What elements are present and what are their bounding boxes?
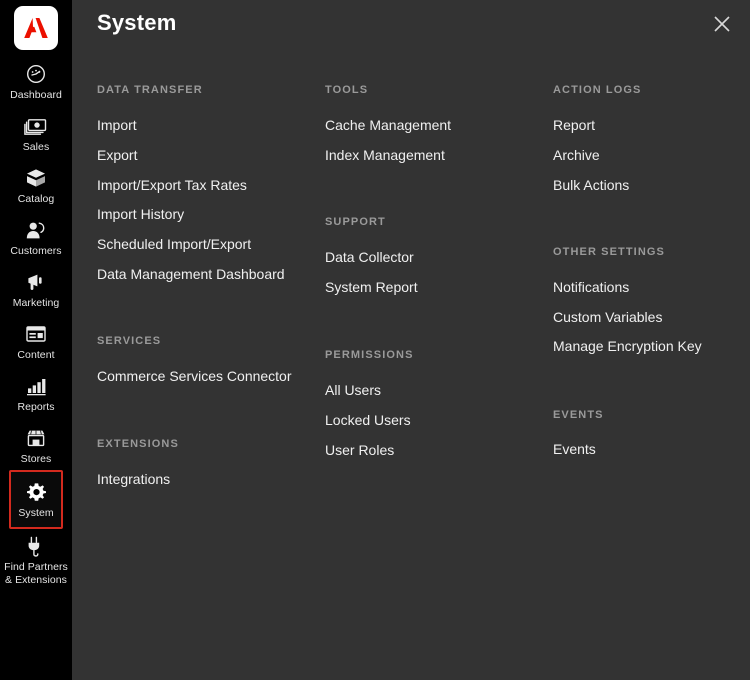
dashboard-gauge-icon	[25, 62, 47, 86]
sidebar-item-customers[interactable]: Customers	[0, 218, 72, 258]
section-title-other-settings: Other Settings	[553, 246, 665, 258]
section-title-permissions: Permissions	[325, 349, 414, 361]
section-title-action-logs: Action Logs	[553, 84, 642, 96]
sidebar-item-label: Stores	[2, 453, 70, 466]
sidebar-item-label: Sales	[2, 141, 70, 154]
money-stack-icon	[24, 114, 48, 138]
sidebar-item-label: Find Partners& Extensions	[2, 561, 70, 587]
sidebar-item-content[interactable]: Content	[0, 322, 72, 362]
sidebar-item-label: Customers	[2, 245, 70, 258]
menu-item-all-users[interactable]: All Users	[325, 375, 381, 405]
adobe-logo[interactable]	[14, 6, 58, 50]
sidebar-item-sales[interactable]: Sales	[0, 114, 72, 154]
section-title-support: Support	[325, 216, 386, 228]
menu-item-index-management[interactable]: Index Management	[325, 140, 445, 170]
menu-item-data-collector[interactable]: Data Collector	[325, 242, 414, 272]
menu-item-integrations[interactable]: Integrations	[97, 464, 170, 494]
menu-item-data-management-dashboard[interactable]: Data Management Dashboard	[97, 259, 285, 289]
adobe-logo-icon	[23, 16, 49, 40]
menu-item-locked-users[interactable]: Locked Users	[325, 405, 411, 435]
sidebar-item-reports[interactable]: Reports	[0, 374, 72, 414]
section-title-events: Events	[553, 409, 604, 421]
menu-item-bulk-actions[interactable]: Bulk Actions	[553, 170, 629, 200]
plug-icon	[25, 534, 47, 558]
main-sidebar: Dashboard Sales Catalog Customers Marketing C…	[0, 0, 72, 680]
sidebar-item-dashboard[interactable]: Dashboard	[0, 62, 72, 102]
sidebar-item-label: Dashboard	[2, 89, 70, 102]
sidebar-item-label: Catalog	[2, 193, 70, 206]
menu-item-system-report[interactable]: System Report	[325, 272, 418, 302]
gear-icon	[26, 480, 47, 504]
sidebar-item-marketing[interactable]: Marketing	[0, 270, 72, 310]
menu-item-custom-variables[interactable]: Custom Variables	[553, 302, 662, 332]
sidebar-item-label: System	[11, 507, 61, 520]
sidebar-item-system[interactable]: System	[9, 470, 63, 529]
box-package-icon	[25, 166, 47, 190]
sidebar-item-label: Marketing	[2, 297, 70, 310]
menu-item-manage-encryption-key[interactable]: Manage Encryption Key	[553, 331, 702, 361]
sidebar-item-label: Content	[2, 349, 70, 362]
section-title-services: Services	[97, 335, 161, 347]
menu-item-import-history[interactable]: Import History	[97, 199, 184, 229]
menu-item-events[interactable]: Events	[553, 434, 596, 464]
sidebar-item-label: Reports	[2, 401, 70, 414]
menu-item-user-roles[interactable]: User Roles	[325, 435, 394, 465]
menu-item-export[interactable]: Export	[97, 140, 137, 170]
menu-item-report[interactable]: Report	[553, 110, 595, 140]
system-menu-panel: Dashboard Sales Catalog Customers Marketing C…	[0, 0, 750, 680]
section-title-tools: Tools	[325, 84, 368, 96]
megaphone-icon	[25, 270, 47, 294]
window-layout-icon	[25, 322, 47, 346]
storefront-icon	[25, 426, 47, 450]
sidebar-item-catalog[interactable]: Catalog	[0, 166, 72, 206]
sidebar-item-find-partners-extensions[interactable]: Find Partners& Extensions	[0, 534, 72, 587]
page-title: System	[97, 10, 176, 36]
menu-item-cache-management[interactable]: Cache Management	[325, 110, 451, 140]
section-title-extensions: Extensions	[97, 438, 179, 450]
menu-item-scheduled-import-export[interactable]: Scheduled Import/Export	[97, 229, 251, 259]
menu-item-import[interactable]: Import	[97, 110, 137, 140]
close-button[interactable]	[708, 10, 736, 38]
menu-item-notifications[interactable]: Notifications	[553, 272, 629, 302]
people-icon	[25, 218, 47, 242]
close-icon	[712, 14, 732, 34]
bar-chart-icon	[25, 374, 47, 398]
sidebar-item-stores[interactable]: Stores	[0, 426, 72, 466]
menu-item-archive[interactable]: Archive	[553, 140, 600, 170]
section-title-data-transfer: Data Transfer	[97, 84, 203, 96]
menu-item-commerce-services-connector[interactable]: Commerce Services Connector	[97, 361, 292, 391]
menu-item-import-export-tax-rates[interactable]: Import/Export Tax Rates	[97, 170, 247, 200]
